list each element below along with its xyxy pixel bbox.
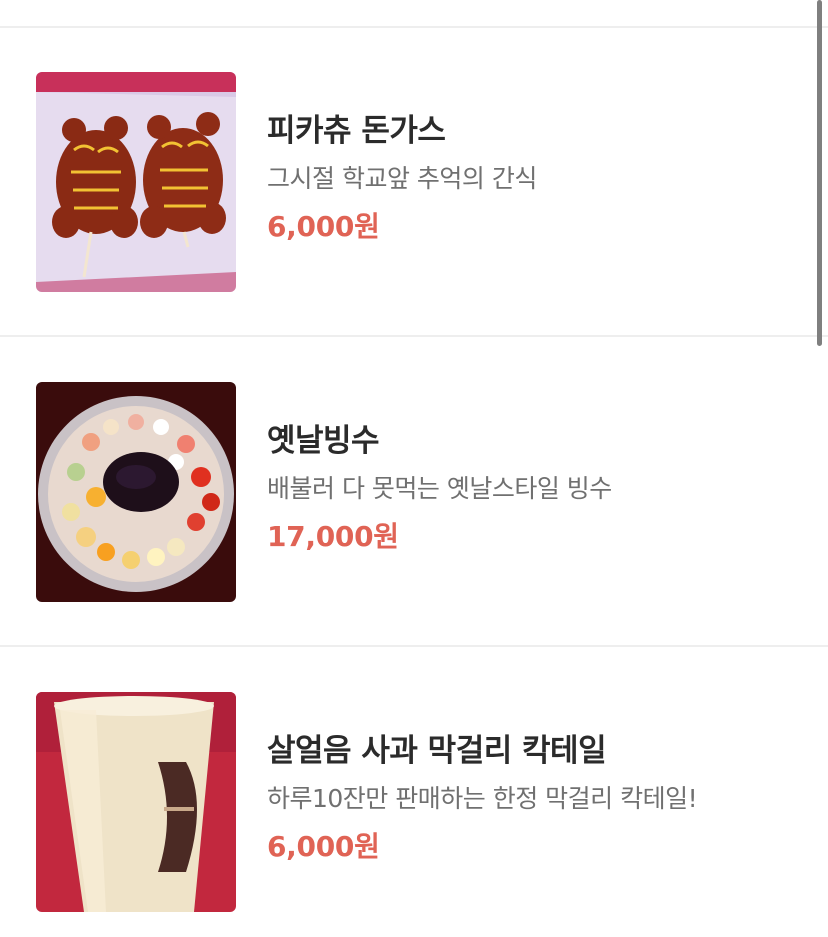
menu-item-description: 하루10잔만 판매하는 한정 막걸리 칵테일!	[267, 784, 698, 813]
menu-item-price: 17,000원	[267, 520, 399, 553]
menu-item-bingsu[interactable]: 옛날빙수 배불러 다 못먹는 옛날스타일 빙수 17,000원	[0, 337, 828, 647]
menu-item-info: 살얼음 사과 막걸리 칵테일 하루10잔만 판매하는 한정 막걸리 칵테일! 6…	[267, 732, 807, 864]
menu-item-photo[interactable]	[36, 692, 236, 912]
menu-list-page: 피카츄 돈가스 그시절 학교앞 추억의 간식 6,000원 옛날빙수 배불러 다…	[0, 0, 828, 937]
menu-item-price: 6,000원	[267, 210, 380, 243]
scrollbar[interactable]	[817, 0, 822, 346]
menu-item-description: 배불러 다 못먹는 옛날스타일 빙수	[267, 474, 612, 503]
menu-item-name: 살얼음 사과 막걸리 칵테일	[267, 733, 607, 769]
menu-item-price: 6,000원	[267, 830, 380, 863]
menu-item-photo[interactable]	[36, 72, 236, 292]
menu-item-info: 피카츄 돈가스 그시절 학교앞 추억의 간식 6,000원	[267, 112, 807, 244]
menu-item-info: 옛날빙수 배불러 다 못먹는 옛날스타일 빙수 17,000원	[267, 422, 807, 554]
menu-item-description: 그시절 학교앞 추억의 간식	[267, 164, 537, 193]
menu-item-makgeolli-cocktail[interactable]: 살얼음 사과 막걸리 칵테일 하루10잔만 판매하는 한정 막걸리 칵테일! 6…	[0, 647, 828, 937]
menu-item-pikachu-donkatsu[interactable]: 피카츄 돈가스 그시절 학교앞 추억의 간식 6,000원	[0, 27, 828, 337]
menu-item-photo[interactable]	[36, 382, 236, 602]
menu-item-name: 옛날빙수	[267, 423, 380, 459]
menu-item-name: 피카츄 돈가스	[267, 113, 446, 149]
